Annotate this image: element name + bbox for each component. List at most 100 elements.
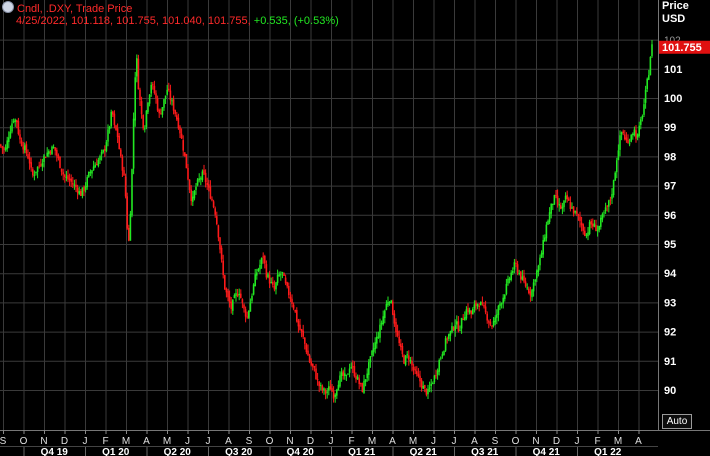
- candle-body: [638, 125, 640, 136]
- candle-body: [52, 146, 55, 149]
- candle-body: [302, 330, 304, 337]
- candle-body: [236, 294, 239, 297]
- candle-body: [305, 344, 308, 353]
- candle-body: [318, 381, 320, 387]
- y-tick-label: 92: [664, 327, 676, 339]
- quote-ohlc: 101.118, 101.755, 101.040, 101.755,: [71, 15, 251, 27]
- month-label: D: [61, 436, 68, 447]
- candle-body: [436, 370, 439, 375]
- quote-date: 4/25/2022,: [16, 15, 68, 27]
- candle-body: [108, 126, 111, 130]
- candle-body: [572, 206, 575, 214]
- month-label: M: [409, 436, 417, 447]
- candle-body: [232, 299, 234, 311]
- candle-body: [636, 134, 639, 138]
- candle-body: [555, 195, 557, 197]
- quarter-label: Q2 21: [410, 447, 438, 456]
- y-axis: 90919293949596979899100101102: [664, 36, 682, 397]
- candle-body: [238, 293, 240, 296]
- last-price-label: 101.755: [662, 42, 702, 54]
- candle-body: [553, 195, 556, 205]
- candle-body: [92, 166, 95, 171]
- candle-body: [356, 376, 359, 380]
- quarter-label: Q4 19: [41, 447, 69, 456]
- candle-body: [43, 155, 45, 163]
- candle-body: [315, 368, 317, 380]
- candle-body: [118, 135, 120, 150]
- candle-body: [641, 116, 644, 119]
- candle-body: [560, 205, 562, 209]
- candle-body: [196, 179, 199, 186]
- candle-body: [395, 322, 397, 333]
- candle-body: [225, 288, 228, 293]
- candle-body: [337, 384, 340, 391]
- candle-body: [635, 130, 637, 139]
- candle-body: [465, 309, 468, 319]
- candle-body: [200, 178, 202, 180]
- candle-body: [3, 148, 5, 150]
- candle-body: [281, 272, 284, 274]
- candle-body: [91, 170, 93, 174]
- candle-body: [449, 331, 452, 336]
- candle-body: [46, 152, 48, 157]
- candle-body: [516, 264, 519, 273]
- candle-body: [0, 144, 2, 147]
- candle-body: [408, 355, 410, 360]
- candle-body: [150, 84, 152, 94]
- candle-body: [249, 302, 252, 312]
- candle-body: [233, 295, 236, 299]
- candle-body: [128, 227, 130, 241]
- candle-body: [115, 125, 117, 130]
- candle-body: [179, 126, 181, 134]
- candle-body: [112, 111, 114, 115]
- candle-body: [568, 198, 570, 201]
- auto-scale-button[interactable]: Auto: [662, 414, 692, 429]
- month-label: D: [307, 436, 314, 447]
- candle-body: [310, 361, 312, 366]
- candle-body: [68, 178, 71, 181]
- candle-body: [566, 194, 568, 200]
- candle-body: [614, 172, 616, 181]
- candle-body: [443, 350, 445, 356]
- candle-body: [216, 216, 218, 225]
- candle-body: [476, 304, 479, 307]
- candle-body: [145, 110, 148, 127]
- candle-body: [392, 301, 394, 315]
- candle-body: [414, 369, 416, 371]
- candle-body: [177, 117, 180, 129]
- settings-gear-icon[interactable]: [2, 1, 14, 13]
- candle-body: [75, 184, 77, 188]
- month-label: F: [348, 436, 354, 447]
- candle-body: [475, 302, 477, 306]
- candle-body: [190, 189, 192, 202]
- candle-body: [139, 89, 141, 100]
- candle-body: [513, 262, 516, 270]
- y-tick-label: 98: [664, 151, 676, 163]
- candle-body: [521, 276, 524, 280]
- candle-body: [307, 350, 309, 356]
- candle-body: [161, 106, 164, 115]
- candle-body: [243, 304, 245, 309]
- candle-body: [336, 389, 338, 396]
- candle-body: [260, 257, 263, 265]
- candle-body: [420, 380, 423, 388]
- candle-body: [598, 225, 600, 230]
- candle-body: [30, 162, 32, 168]
- candle-body: [499, 303, 501, 307]
- y-tick-label: 99: [664, 122, 676, 134]
- candle-body: [488, 321, 490, 323]
- candle-body: [142, 115, 144, 129]
- candle-body: [156, 98, 159, 111]
- month-label: M: [122, 436, 130, 447]
- candle-body: [59, 156, 61, 168]
- candle-body: [419, 375, 421, 382]
- candle-body: [12, 121, 15, 123]
- candle-body: [624, 134, 626, 140]
- candle-body: [44, 157, 47, 159]
- candle-body: [353, 366, 356, 377]
- candle-body: [132, 118, 135, 169]
- candle-body: [342, 371, 344, 376]
- candle-body: [649, 56, 652, 76]
- candle-body: [625, 137, 628, 141]
- candle-body: [633, 129, 636, 136]
